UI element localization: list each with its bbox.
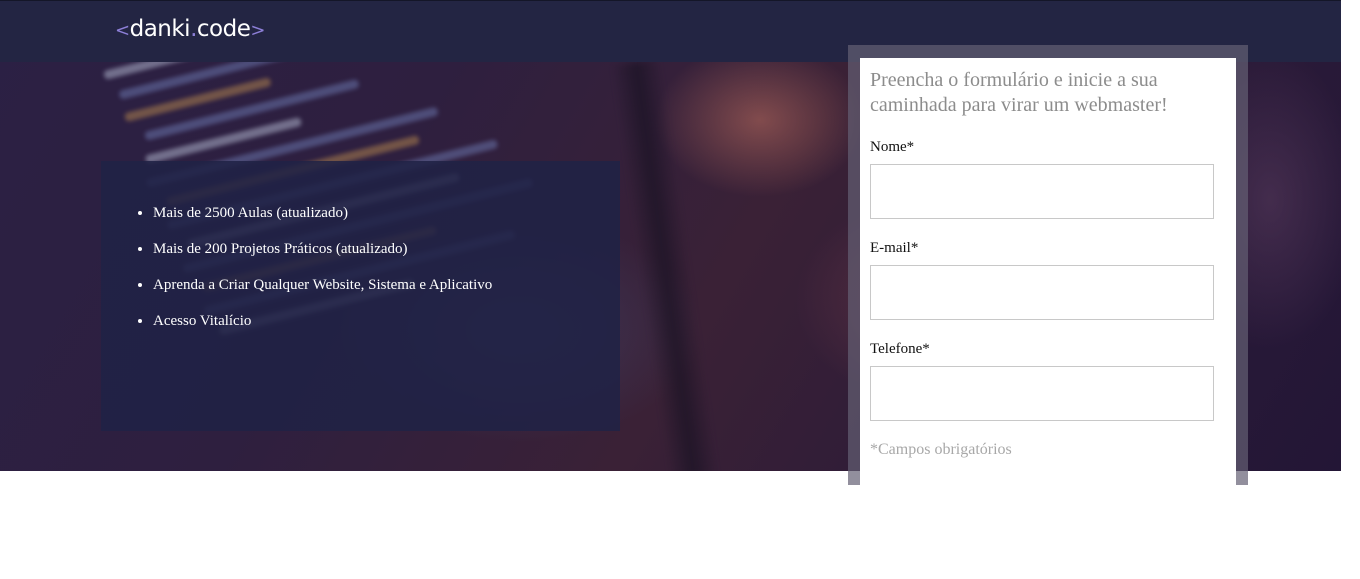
phone-label: Telefone* bbox=[870, 341, 930, 357]
email-input[interactable] bbox=[870, 265, 1214, 320]
name-label: Nome* bbox=[870, 139, 915, 155]
feature-item: Aprenda a Criar Qualquer Website, Sistem… bbox=[153, 275, 620, 295]
email-label: E-mail* bbox=[870, 240, 919, 256]
feature-item: Acesso Vitalício bbox=[153, 311, 620, 331]
features-list: Mais de 2500 Aulas (atualizado) Mais de … bbox=[101, 161, 620, 331]
logo-left-bracket: < bbox=[115, 20, 130, 41]
features-box: Mais de 2500 Aulas (atualizado) Mais de … bbox=[101, 161, 620, 431]
form-title: Preencha o formulário e inicie a sua cam… bbox=[870, 69, 1168, 116]
signup-form: Preencha o formulário e inicie a sua cam… bbox=[860, 58, 1236, 488]
logo-right-bracket: > bbox=[250, 20, 265, 41]
name-input[interactable] bbox=[870, 164, 1214, 219]
required-fields-note: *Campos obrigatórios bbox=[870, 441, 1012, 458]
feature-item: Mais de 200 Projetos Práticos (atualizad… bbox=[153, 239, 620, 259]
logo-text-code: code bbox=[196, 16, 251, 42]
phone-input[interactable] bbox=[870, 366, 1214, 421]
logo-dot: . bbox=[190, 16, 197, 42]
feature-item: Mais de 2500 Aulas (atualizado) bbox=[153, 203, 620, 223]
logo-text-danki: danki bbox=[129, 16, 191, 42]
danki-code-logo[interactable]: <danki.code> bbox=[115, 14, 265, 44]
